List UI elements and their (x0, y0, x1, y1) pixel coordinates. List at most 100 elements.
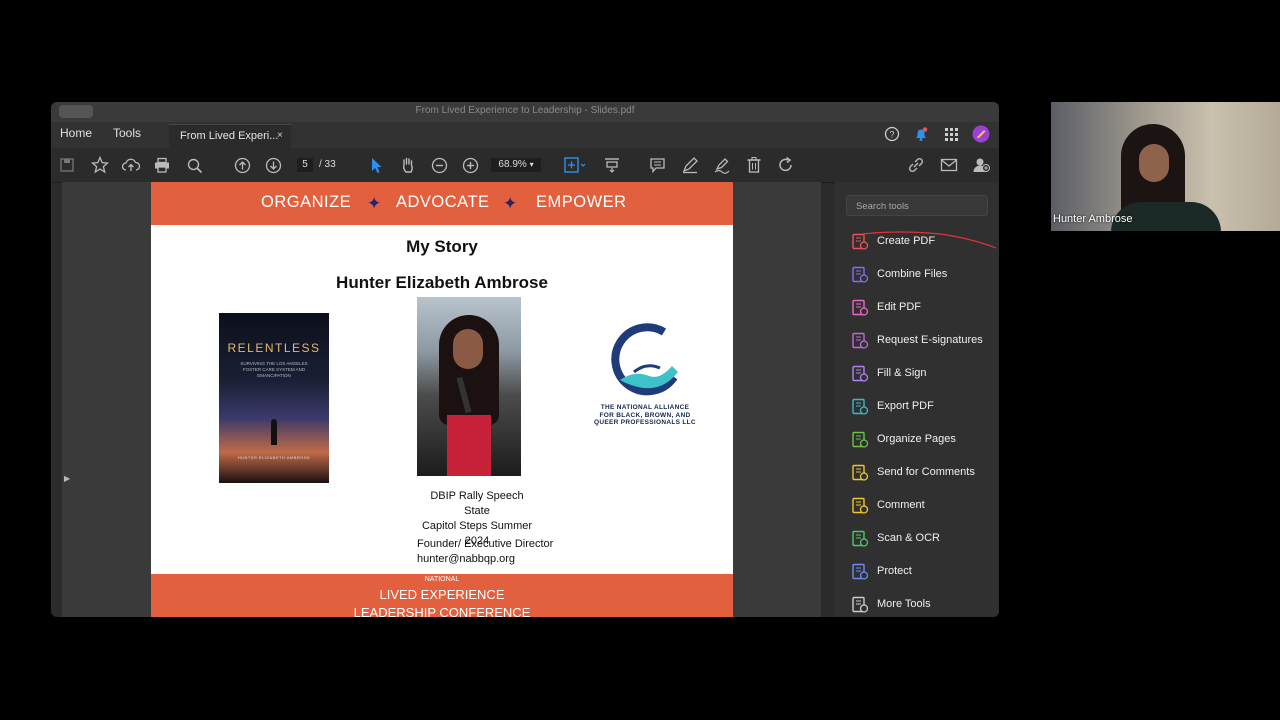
trash-icon[interactable] (745, 156, 763, 179)
tool-send-for-comments[interactable]: Send for Comments (851, 462, 999, 484)
add-user-icon[interactable] (972, 156, 990, 179)
document-tab[interactable]: From Lived Experi... × (169, 124, 291, 149)
tool-label: Edit PDF (877, 301, 922, 313)
banner-star-icon: ✦ (367, 194, 382, 213)
tool-protect[interactable]: Protect (851, 561, 999, 583)
book-author: HUNTER ELIZABETH AMBROSE (237, 455, 311, 460)
rotate-icon[interactable] (777, 156, 795, 179)
tool-combine-files[interactable]: Combine Files (851, 264, 999, 286)
help-icon[interactable]: ? (884, 126, 900, 142)
zoom-out-icon[interactable] (431, 157, 448, 179)
tool-label: Export PDF (877, 400, 934, 412)
print-icon[interactable] (153, 157, 171, 178)
edit-pdf-icon (851, 299, 869, 317)
home-tab[interactable]: Home (60, 126, 92, 140)
zoom-search-icon[interactable] (186, 157, 204, 180)
slide-footer-banner: NATIONAL LIVED EXPERIENCE LEADERSHIP CON… (151, 574, 733, 617)
profile-avatar[interactable] (972, 125, 990, 143)
expand-left-panel-icon[interactable]: ▶ (64, 474, 70, 483)
combine-files-icon (851, 266, 869, 284)
contact-info: Founder/ Executive Director hunter@nabbq… (417, 537, 553, 567)
notification-bell-icon[interactable] (913, 126, 929, 142)
page-number-input[interactable]: 5 (297, 158, 313, 172)
protect-shield-icon (851, 563, 869, 581)
book-cover-image: RELENTLESS SURVIVING THE LOS ANGELES FOS… (219, 313, 329, 483)
handshake-logo-icon (611, 323, 678, 396)
title-bar: From Lived Experience to Leadership - Sl… (51, 102, 999, 122)
tool-label: More Tools (877, 598, 931, 610)
tool-label: Protect (877, 565, 912, 577)
tool-label: Scan & OCR (877, 532, 940, 544)
caption-line: Capitol Steps Summer (421, 520, 533, 532)
silhouette-figure (271, 419, 277, 445)
tool-label: Comment (877, 499, 925, 511)
request-esignatures-icon (851, 332, 869, 350)
book-subtitle: SURVIVING THE LOS ANGELES FOSTER CARE SY… (240, 361, 308, 378)
tool-organize-pages[interactable]: Organize Pages (851, 429, 999, 451)
tool-request-esignatures[interactable]: Request E-signatures (851, 330, 999, 352)
footer-line-2: LEADERSHIP CONFERENCE (353, 605, 531, 617)
comment-icon[interactable] (649, 157, 666, 179)
document-tab-label: From Lived Experi... (180, 130, 279, 142)
tool-label: Fill & Sign (877, 367, 927, 379)
send-for-comments-icon (851, 464, 869, 482)
comment-tool-icon (851, 497, 869, 515)
caption-line: DBIP Rally Speech State (430, 490, 524, 517)
banner-star-icon: ✦ (503, 194, 518, 213)
photo-face (453, 329, 483, 369)
search-tools-input[interactable]: Search tools (846, 195, 988, 216)
export-pdf-icon (851, 398, 869, 416)
fit-page-icon[interactable] (563, 156, 587, 179)
tools-tab[interactable]: Tools (113, 126, 141, 140)
speaker-rally-photo (417, 297, 521, 476)
zoom-level-select[interactable]: 68.9% ▾ (491, 158, 541, 172)
participant-video-tile[interactable]: Hunter Ambrose (1051, 102, 1280, 231)
slide-top-banner: ORGANIZE ✦ ADVOCATE ✦ EMPOWER (151, 182, 733, 225)
more-tools-icon (851, 596, 869, 614)
tool-fill-sign[interactable]: Fill & Sign (851, 363, 999, 385)
svg-text:?: ? (889, 130, 894, 140)
share-link-icon[interactable] (907, 156, 925, 179)
slide-title: My Story (406, 237, 478, 256)
window-title: From Lived Experience to Leadership - Sl… (415, 105, 635, 116)
tool-label: Combine Files (877, 268, 948, 280)
cloud-upload-icon[interactable] (121, 157, 141, 178)
draw-sign-icon[interactable] (713, 156, 731, 179)
footer-line-1: LIVED EXPERIENCE (379, 587, 505, 602)
red-annotation-stroke (861, 231, 997, 249)
book-title: RELENTLESS (227, 341, 321, 355)
page-total: / 33 (319, 159, 336, 170)
banner-word-organize: ORGANIZE (261, 193, 352, 211)
chevron-down-icon: ▾ (529, 160, 534, 169)
email-icon[interactable] (940, 157, 958, 178)
close-tab-icon[interactable]: × (277, 130, 283, 141)
tool-export-pdf[interactable]: Export PDF (851, 396, 999, 418)
fill-sign-icon (851, 365, 869, 383)
tool-more-tools[interactable]: More Tools (851, 594, 999, 616)
participant-name-label: Hunter Ambrose (1053, 213, 1133, 225)
hand-tool-icon[interactable] (399, 156, 417, 179)
toolbar: 5 / 33 68.9% ▾ (51, 148, 999, 183)
tool-label: Organize Pages (877, 433, 956, 445)
apps-grid-icon[interactable] (943, 126, 959, 142)
scroll-mode-icon[interactable] (603, 156, 621, 179)
zoom-level-value: 68.9% (498, 159, 527, 170)
pdf-slide-page: ORGANIZE ✦ ADVOCATE ✦ EMPOWER My Story H… (151, 182, 733, 617)
tool-scan-ocr[interactable]: Scan & OCR (851, 528, 999, 550)
next-page-icon[interactable] (265, 157, 282, 179)
organization-logo: THE NATIONAL ALLIANCE FOR BLACK, BROWN, … (594, 322, 696, 452)
highlight-pen-icon[interactable] (681, 156, 699, 179)
tool-comment[interactable]: Comment (851, 495, 999, 517)
email-text: hunter@nabbqp.org (417, 553, 516, 565)
footer-small-text: NATIONAL (424, 576, 460, 583)
select-cursor-icon[interactable] (369, 157, 383, 179)
save-icon[interactable] (59, 157, 75, 178)
organize-pages-icon (851, 431, 869, 449)
previous-page-icon[interactable] (234, 157, 251, 179)
bookmark-star-icon[interactable] (90, 155, 110, 179)
photo-shirt (447, 415, 491, 476)
zoom-in-icon[interactable] (462, 157, 479, 179)
banner-word-advocate: ADVOCATE (396, 193, 490, 211)
tool-edit-pdf[interactable]: Edit PDF (851, 297, 999, 319)
tool-label: Request E-signatures (877, 334, 983, 346)
